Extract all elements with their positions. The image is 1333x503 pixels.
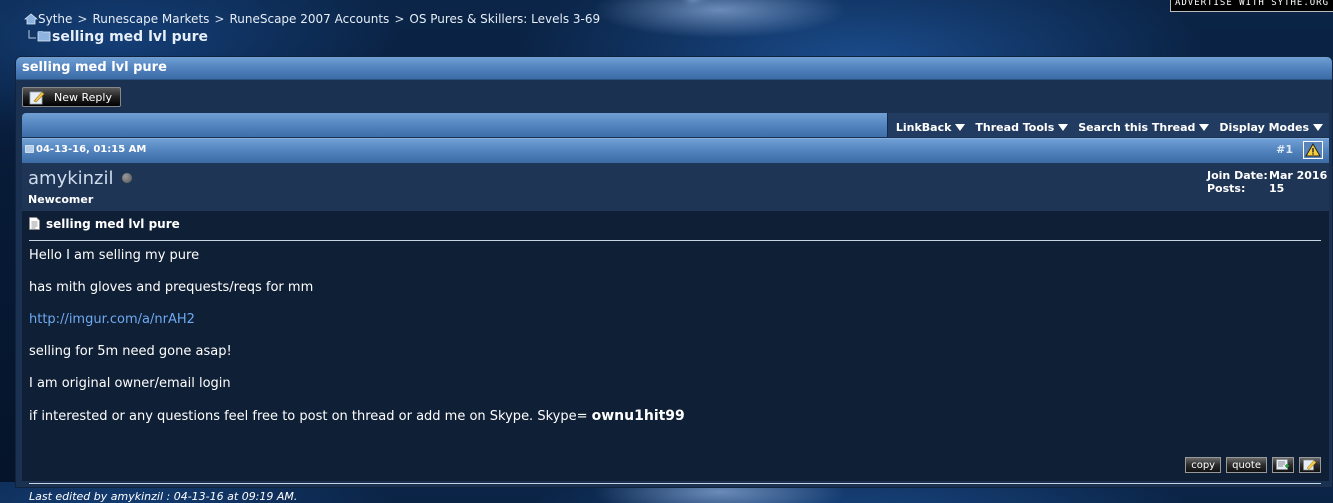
skype-text: if interested or any questions feel free… (29, 409, 588, 424)
skype-id: ownu1hit99 (591, 408, 685, 424)
post-user-info: amykinzil Newcomer Join Date:Mar 2016 Po… (22, 163, 1329, 211)
message-line: has mith gloves and prequests/reqs for m… (29, 280, 314, 295)
breadcrumb-link-os-pures[interactable]: OS Pures & Skillers: Levels 3-69 (409, 12, 600, 26)
message-line: I am original owner/email login (29, 376, 231, 391)
report-icon (1305, 143, 1321, 157)
post-date-text: 04-13-16, 01:15 AM (36, 144, 147, 155)
breadcrumb-separator: > (77, 12, 88, 26)
menu-thread-tools[interactable]: Thread Tools (971, 117, 1074, 137)
quick-reply-icon (1303, 459, 1317, 471)
edited-note: Last edited by amykinzil : 04-13-16 at 0… (29, 490, 298, 503)
chevron-down-icon (1199, 123, 1210, 131)
post-title-text: selling med lvl pure (46, 217, 180, 231)
menu-search-thread[interactable]: Search this Thread (1074, 117, 1215, 137)
thread-title-bar: selling med lvl pure (16, 57, 1332, 80)
current-thread-line: selling med lvl pure (28, 29, 208, 45)
post-header: 04-13-16, 01:15 AM #1 (22, 138, 1329, 163)
quote-button[interactable]: quote (1226, 457, 1267, 473)
menu-thread-tools-label: Thread Tools (975, 120, 1055, 134)
menu-linkback-label: LinkBack (895, 120, 952, 134)
username-text[interactable]: amykinzil (28, 168, 114, 189)
chevron-down-icon (955, 123, 966, 131)
divider (29, 483, 1321, 484)
breadcrumb-link-rs2007-accounts[interactable]: RuneScape 2007 Accounts (229, 12, 389, 26)
message-line: selling for 5m need gone asap! (29, 344, 232, 359)
breadcrumb-separator: > (214, 12, 225, 26)
quick-reply-button[interactable] (1299, 457, 1321, 473)
user-title: Newcomer (28, 193, 94, 206)
join-date-value: Mar 2016 (1269, 169, 1328, 182)
user-stats: Join Date:Mar 2016 Posts: 15 (1207, 169, 1327, 195)
report-post-button[interactable] (1303, 141, 1323, 159)
new-reply-button[interactable]: New Reply (22, 87, 121, 107)
menu-display-modes[interactable]: Display Modes (1215, 117, 1329, 137)
post-actions: copy quote (1185, 457, 1321, 473)
post-icon (25, 145, 34, 153)
post-date: 04-13-16, 01:15 AM (25, 144, 146, 155)
thread-title: selling med lvl pure (22, 60, 167, 75)
new-reply-label: New Reply (54, 91, 112, 104)
post-username[interactable]: amykinzil (28, 168, 132, 189)
divider (29, 240, 1321, 241)
join-date-label: Join Date: (1207, 169, 1268, 182)
post-title: selling med lvl pure (29, 217, 180, 231)
breadcrumb-separator: > (394, 12, 405, 26)
message-line: Hello I am selling my pure (29, 248, 200, 263)
menu-display-modes-label: Display Modes (1219, 120, 1309, 134)
imgur-link[interactable]: http://imgur.com/a/nrAH2 (29, 312, 195, 327)
copy-button[interactable]: copy (1185, 457, 1222, 473)
breadcrumb-link-runescape-markets[interactable]: Runescape Markets (92, 12, 209, 26)
posts-count: 15 (1269, 182, 1285, 195)
menu-linkback[interactable]: LinkBack (892, 117, 972, 137)
chevron-down-icon (1313, 123, 1323, 131)
message-line-skype: if interested or any questions feel free… (29, 408, 685, 425)
post-number-link[interactable]: #1 (1276, 143, 1293, 156)
menu-search-thread-label: Search this Thread (1078, 120, 1196, 134)
breadcrumb-link-sythe[interactable]: Sythe (38, 12, 72, 26)
folder-icon (28, 30, 51, 42)
current-thread-title: selling med lvl pure (52, 29, 209, 45)
thread-menus: LinkBack Thread Tools Search this Thread… (886, 113, 1329, 137)
thread-controls-bar: LinkBack Thread Tools Search this Thread… (22, 113, 1329, 137)
online-status-icon (121, 173, 132, 183)
breadcrumb: Sythe > Runescape Markets > RuneScape 2007 A… (24, 12, 600, 26)
chevron-down-icon (1058, 123, 1069, 131)
posts-label: Posts: (1207, 182, 1246, 195)
home-icon (24, 13, 38, 25)
multiquote-button[interactable] (1272, 457, 1294, 473)
post-body: selling med lvl pure Hello I am selling … (22, 211, 1329, 503)
document-icon (29, 217, 40, 230)
thread-panel: selling med lvl pure New Reply LinkBack … (15, 56, 1333, 503)
multiquote-icon (1276, 459, 1289, 470)
post-message: Hello I am selling my pure has mith glov… (29, 248, 685, 441)
advertise-banner[interactable]: ADVERTISE WITH SYTHE.ORG (1170, 0, 1333, 12)
new-reply-icon (29, 91, 45, 105)
message-line-link-wrap: http://imgur.com/a/nrAH2 (29, 312, 685, 328)
